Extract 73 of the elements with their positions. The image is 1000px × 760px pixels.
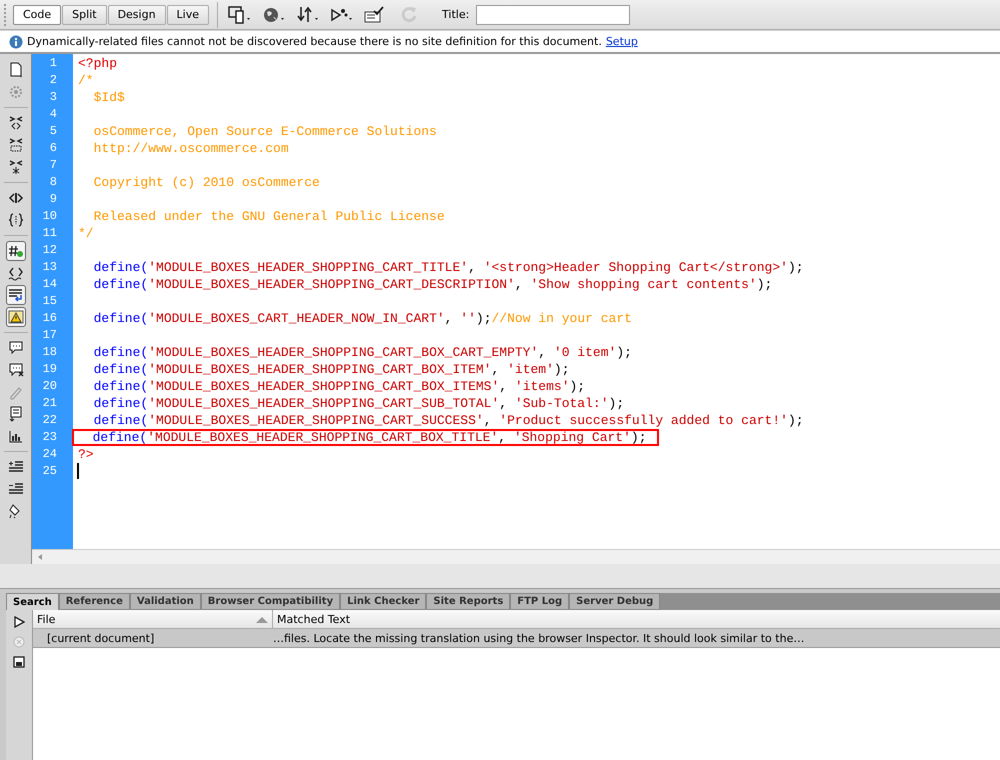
line-number: 3 [48, 89, 58, 106]
line-number: 24 [42, 446, 58, 463]
sort-ascending-icon [256, 616, 268, 622]
play-icon[interactable] [13, 616, 25, 628]
code-line: */ [77, 225, 95, 242]
info-message: Dynamically-related files cannot not be discovered because there is no site definition for this document. [27, 35, 602, 48]
view-button[interactable]: Design [108, 4, 166, 24]
line-number: 2 [48, 72, 58, 89]
panel-tab[interactable]: Validation [130, 593, 201, 610]
line-number: 22 [42, 412, 58, 429]
matched-text-cell: …files. Locate the missing translation using the browser Inspector. It should look similar to the… [273, 632, 804, 644]
file-cell-text: [current document] [46, 632, 156, 644]
panel-tab[interactable]: FTP Log [510, 593, 570, 610]
view-button[interactable]: Split [62, 4, 107, 24]
line-number: 23 [42, 429, 58, 446]
line-number: 6 [48, 140, 58, 157]
panel-tab[interactable]: Link Checker [340, 593, 426, 610]
syntax-error-icon[interactable] [6, 307, 26, 327]
line-number: 12 [42, 242, 58, 259]
code-line: define('MODULE_BOXES_HEADER_SHOPPING_CART_BOX_CART_EMPTY', '0 item'); [92, 344, 633, 361]
code-line: osCommerce, Open Source E-Commerce Solutions [92, 123, 438, 140]
panel-tab[interactable]: Server Debug [569, 593, 660, 610]
panel-tab[interactable]: Search [6, 593, 59, 610]
column-header[interactable]: Matched Text [273, 610, 1000, 628]
setup-link[interactable]: Setup [606, 35, 638, 48]
code-editor[interactable] [32, 54, 1000, 549]
result-row[interactable]: [current document] …files. Locate the missing translation using the browser Inspector. It should look similar to the… [33, 629, 1000, 648]
code-line: $Id$ [92, 89, 126, 106]
info-icon [9, 34, 23, 48]
panel-tab[interactable]: Site Reports [426, 593, 510, 610]
line-number: 9 [48, 191, 58, 208]
horizontal-scrollbar[interactable] [32, 549, 1000, 564]
word-wrap-icon[interactable] [6, 285, 26, 305]
code-line: define('MODULE_BOXES_HEADER_SHOPPING_CART_TITLE', '<strong>Header Shopping Cart</strong>'); [92, 259, 805, 276]
line-number: 16 [42, 310, 58, 327]
line-numbers-icon[interactable] [6, 241, 26, 261]
code-line: define('MODULE_BOXES_HEADER_SHOPPING_CART_SUCCESS', 'Product successfully added to cart!'); [92, 412, 805, 429]
line-number: 20 [42, 378, 58, 395]
save-icon[interactable] [13, 656, 25, 668]
line-number: 1 [48, 55, 58, 72]
line-number: 13 [42, 259, 58, 276]
line-number: 21 [42, 395, 58, 412]
view-button[interactable]: Code [13, 4, 62, 24]
line-number: 5 [48, 123, 58, 140]
line-number: 10 [42, 208, 58, 225]
view-button[interactable]: Live [166, 4, 210, 24]
code-line: Copyright (c) 2010 osCommerce [92, 174, 321, 191]
line-number: 8 [48, 174, 58, 191]
code-line: <?php [77, 55, 118, 72]
column-header[interactable]: File [33, 610, 273, 628]
line-number: 4 [48, 106, 58, 123]
line-number: 15 [42, 293, 58, 310]
panel-tab[interactable]: Browser Compatibility [200, 593, 340, 610]
code-line: define('MODULE_BOXES_HEADER_SHOPPING_CART_SUB_TOTAL', 'Sub-Total:'); [92, 395, 626, 412]
line-number: 11 [42, 225, 58, 242]
line-number: 25 [42, 463, 58, 480]
code-line: ?> [77, 446, 95, 463]
code-line: define('MODULE_BOXES_HEADER_SHOPPING_CART_DESCRIPTION', 'Show shopping cart contents'); [92, 276, 774, 293]
line-number: 17 [42, 327, 58, 344]
line-number: 19 [42, 361, 58, 378]
code-line: define('MODULE_BOXES_HEADER_SHOPPING_CART_BOX_ITEMS', 'items'); [92, 378, 586, 395]
title-label: Title: [442, 8, 470, 21]
code-line: http://www.oscommerce.com [92, 140, 290, 157]
code-line: define('MODULE_BOXES_HEADER_SHOPPING_CART_BOX_ITEM', 'item'); [92, 361, 571, 378]
code-line: define('MODULE_BOXES_CART_HEADER_NOW_IN_CART', '');//Now in your cart [92, 310, 633, 327]
title-field[interactable] [476, 4, 630, 24]
line-number: 7 [48, 157, 58, 174]
text-cursor [77, 463, 79, 479]
panel-tab[interactable]: Reference [58, 593, 130, 610]
line-number: 18 [42, 344, 58, 361]
line-number: 14 [42, 276, 58, 293]
code-line: Released under the GNU General Public License [92, 208, 446, 225]
code-line: /* [77, 72, 95, 89]
